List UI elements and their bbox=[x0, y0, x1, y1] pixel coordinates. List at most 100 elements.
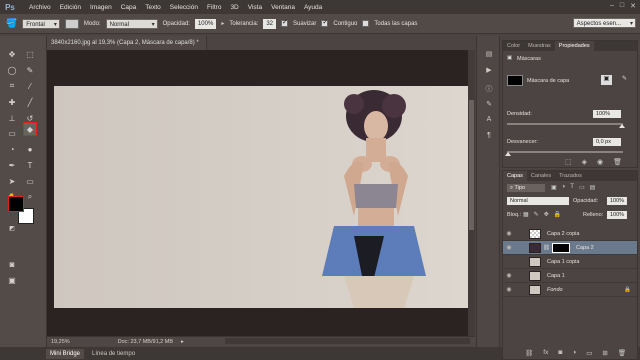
pixel-mask-button[interactable]: ▣ bbox=[601, 75, 612, 85]
visibility-icon[interactable]: ◉ bbox=[597, 158, 603, 166]
layer-mask-thumbnail[interactable] bbox=[551, 242, 570, 253]
lock-all-icon[interactable]: 🔒 bbox=[554, 211, 561, 218]
dodge-tool-icon[interactable]: ● bbox=[24, 143, 36, 155]
screen-mode-icon[interactable]: ▣ bbox=[6, 274, 18, 286]
paragraph-icon[interactable]: ¶ bbox=[483, 132, 495, 142]
smart-filter-icon[interactable]: ▤ bbox=[590, 184, 596, 191]
density-slider[interactable] bbox=[507, 123, 623, 125]
tab-channels[interactable]: Canales bbox=[527, 171, 555, 181]
minimize-button[interactable]: – bbox=[610, 2, 614, 10]
lasso-tool-icon[interactable]: ◯ bbox=[6, 64, 18, 76]
layer-row-selected[interactable]: ◉ ⛓ Capa 2 bbox=[503, 241, 637, 255]
density-slider-handle[interactable] bbox=[619, 124, 625, 128]
feather-input[interactable]: 0,0 px bbox=[593, 138, 621, 146]
new-layer-icon[interactable]: ⊞ bbox=[602, 349, 607, 357]
lock-position-icon[interactable]: ✥ bbox=[544, 211, 549, 218]
type-tool-icon[interactable]: T bbox=[24, 159, 36, 171]
horizontal-scrollbar[interactable] bbox=[225, 338, 470, 344]
menu-ayuda[interactable]: Ayuda bbox=[304, 4, 322, 11]
eye-icon[interactable]: ◉ bbox=[503, 286, 515, 293]
path-select-tool-icon[interactable]: ➤ bbox=[6, 175, 18, 187]
eraser-tool-icon[interactable]: ▭ bbox=[6, 127, 18, 139]
layer-row[interactable]: ◉ Fondo 🔒 bbox=[503, 283, 637, 297]
density-input[interactable]: 100% bbox=[593, 110, 621, 118]
eye-icon[interactable]: ◉ bbox=[503, 230, 515, 237]
canvas-image[interactable] bbox=[54, 86, 468, 308]
actions-icon[interactable]: ▶ bbox=[483, 66, 495, 76]
antialias-checkbox[interactable] bbox=[281, 18, 289, 27]
history-icon[interactable]: ▤ bbox=[483, 50, 495, 60]
zoom-tool-icon[interactable]: ⌕ bbox=[24, 191, 36, 203]
all-layers-checkbox[interactable] bbox=[362, 20, 370, 27]
apply-mask-icon[interactable]: ◈ bbox=[582, 158, 587, 166]
blur-tool-icon[interactable]: ◔ bbox=[6, 143, 18, 155]
lock-paint-icon[interactable]: ✎ bbox=[534, 211, 539, 218]
move-tool-icon[interactable]: ✥ bbox=[6, 48, 18, 60]
menu-capa[interactable]: Capa bbox=[121, 4, 137, 11]
tab-layers[interactable]: Capas bbox=[503, 171, 527, 181]
menu-filtro[interactable]: Filtro bbox=[207, 4, 221, 11]
opacity-input[interactable]: 100% bbox=[194, 18, 217, 29]
adjustment-icon[interactable]: ◑ bbox=[572, 349, 576, 357]
lock-pixels-icon[interactable]: ▦ bbox=[523, 211, 529, 218]
workspace-dropdown[interactable]: Aspectos esen... bbox=[572, 18, 636, 29]
contiguous-checkbox[interactable] bbox=[321, 18, 329, 27]
adjust-filter-icon[interactable]: ◑ bbox=[562, 184, 566, 191]
healing-tool-icon[interactable]: ✚ bbox=[6, 96, 18, 108]
document-tab[interactable]: 3840x2160.jpg al 19,3% (Capa 2, Máscara … bbox=[47, 36, 207, 60]
fx-icon[interactable]: fx bbox=[543, 349, 548, 357]
brush-preset-icon[interactable]: ✎ bbox=[483, 100, 495, 110]
menu-3d[interactable]: 3D bbox=[230, 4, 238, 11]
status-arrow-icon[interactable]: ▸ bbox=[181, 339, 184, 345]
layer-row[interactable]: ◉ Capa 2 copia bbox=[503, 227, 637, 241]
feather-slider-handle[interactable] bbox=[505, 152, 511, 156]
link-layers-icon[interactable]: ⛓ bbox=[525, 349, 533, 357]
menu-ventana[interactable]: Ventana bbox=[271, 4, 295, 11]
layer-filter-dropdown[interactable]: ⌕ Tipo bbox=[507, 184, 545, 192]
menu-archivo[interactable]: Archivo bbox=[29, 4, 51, 11]
load-selection-icon[interactable]: ⬚ bbox=[565, 158, 572, 166]
tab-timeline[interactable]: Línea de tiempo bbox=[88, 349, 139, 359]
close-button[interactable]: ✕ bbox=[630, 2, 636, 10]
shape-tool-icon[interactable]: ▭ bbox=[24, 175, 36, 187]
layer-row[interactable]: Capa 1 copia bbox=[503, 255, 637, 269]
zoom-level[interactable]: 19,25% bbox=[51, 339, 70, 345]
tab-swatches[interactable]: Muestras bbox=[524, 41, 555, 51]
blend-mode-dropdown[interactable]: Normal bbox=[105, 18, 158, 30]
paint-bucket-tool-icon[interactable]: ◆ bbox=[23, 122, 37, 136]
menu-edicion[interactable]: Edición bbox=[60, 4, 81, 11]
pattern-swatch-icon[interactable] bbox=[64, 18, 79, 29]
tab-paths[interactable]: Trazados bbox=[555, 171, 586, 181]
menu-imagen[interactable]: Imagen bbox=[90, 4, 112, 11]
chevron-right-icon[interactable]: ▸ bbox=[221, 20, 224, 27]
pixel-filter-icon[interactable]: ▣ bbox=[551, 184, 557, 191]
shape-filter-icon[interactable]: ▭ bbox=[579, 184, 585, 191]
fill-input[interactable]: 100% bbox=[607, 211, 627, 219]
quick-select-tool-icon[interactable]: ✎ bbox=[24, 64, 36, 76]
delete-mask-icon[interactable]: 🗑 bbox=[613, 158, 622, 166]
layer-row[interactable]: ◉ Capa 1 bbox=[503, 269, 637, 283]
brush-tool-icon[interactable]: ╱ bbox=[24, 96, 36, 108]
default-colors-icon[interactable]: ◩ bbox=[6, 222, 18, 234]
group-icon[interactable]: ▭ bbox=[586, 349, 592, 357]
sample-mode-dropdown[interactable]: Frontal bbox=[22, 18, 60, 30]
vector-mask-button[interactable]: ✎ bbox=[619, 75, 630, 85]
stamp-tool-icon[interactable]: ⊥ bbox=[6, 112, 18, 124]
layer-opacity-input[interactable]: 100% bbox=[607, 197, 627, 205]
character-icon[interactable]: A bbox=[483, 116, 495, 126]
trash-icon[interactable]: 🗑 bbox=[618, 349, 626, 357]
eye-icon[interactable]: ◉ bbox=[503, 244, 515, 251]
layer-blend-dropdown[interactable]: Normal bbox=[507, 197, 569, 205]
tolerance-input[interactable]: 32 bbox=[263, 18, 277, 29]
mask-thumbnail[interactable] bbox=[507, 75, 523, 86]
tab-mini-bridge[interactable]: Mini Bridge bbox=[46, 348, 85, 359]
eye-icon[interactable]: ◉ bbox=[503, 272, 515, 279]
paint-bucket-icon[interactable]: 🪣 bbox=[6, 18, 17, 29]
crop-tool-icon[interactable]: ⌗ bbox=[6, 80, 18, 92]
type-filter-icon[interactable]: T bbox=[570, 184, 574, 191]
quick-mask-icon[interactable]: ◙ bbox=[6, 258, 18, 270]
link-icon[interactable]: ⛓ bbox=[543, 245, 550, 251]
marquee-tool-icon[interactable]: ⬚ bbox=[24, 48, 36, 60]
menu-vista[interactable]: Vista bbox=[248, 4, 262, 11]
info-icon[interactable]: ⓘ bbox=[483, 84, 495, 94]
